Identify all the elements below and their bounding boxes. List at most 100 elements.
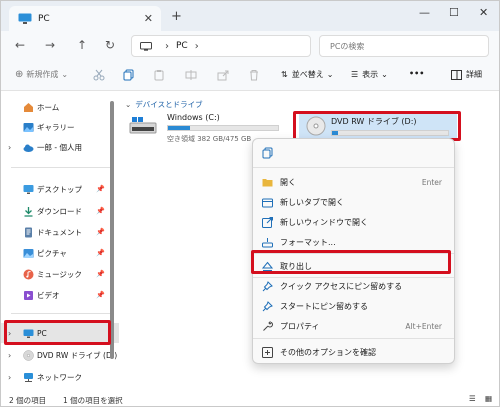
minimize-button[interactable]: —	[419, 6, 430, 19]
new-button[interactable]: ⊕ 新規作成 ⌄	[15, 69, 68, 80]
close-window-button[interactable]: ✕	[479, 6, 488, 19]
selected-count: 1 個の項目を選択	[63, 396, 123, 405]
sidebar-item-documents[interactable]: ドキュメント 📌	[1, 222, 119, 242]
address-bar[interactable]: › PC ›	[131, 35, 311, 57]
menu-item-pin-quick-access[interactable]: クイック アクセスにピン留めする	[253, 276, 454, 296]
windows-drive-icon	[129, 117, 157, 134]
sort-icon: ⇅	[281, 70, 288, 79]
sidebar-item-label: デスクトップ	[37, 184, 82, 194]
tiles-view-icon[interactable]: ▦	[485, 394, 492, 403]
new-window-icon	[262, 216, 273, 228]
details-pane-icon	[451, 69, 462, 80]
menu-item-format[interactable]: フォーマット...	[253, 232, 454, 252]
tab-pc[interactable]: PC ✕	[9, 6, 161, 31]
sidebar-divider	[11, 167, 111, 168]
sidebar-item-home[interactable]: ホーム	[1, 97, 119, 117]
menu-item-more-options[interactable]: その他のオプションを確認	[253, 342, 454, 362]
details-label: 詳細	[466, 70, 482, 79]
sidebar-item-music[interactable]: ミュージック 📌	[1, 264, 119, 284]
highlight-box-eject	[251, 250, 451, 274]
pin-icon: 📌	[96, 249, 105, 257]
chevron-down-icon: ⌄	[381, 70, 388, 79]
cloud-icon	[23, 144, 34, 152]
view-button[interactable]: ☰ 表示 ⌄	[351, 69, 388, 80]
folder-icon	[262, 178, 273, 186]
home-icon	[24, 102, 33, 112]
forward-button[interactable]: →	[45, 38, 55, 52]
more-options-button[interactable]: •••	[409, 69, 424, 78]
pc-icon	[18, 13, 32, 24]
maximize-button[interactable]: ☐	[449, 6, 459, 19]
sidebar-item-gallery[interactable]: ギャラリー	[1, 117, 119, 137]
details-button[interactable]: 詳細	[451, 69, 482, 80]
menu-item-label: 開く	[280, 177, 296, 187]
sidebar-item-videos[interactable]: ビデオ 📌	[1, 285, 119, 305]
cut-icon[interactable]	[93, 69, 105, 81]
menu-item-label: 新しいタブで開く	[280, 197, 344, 207]
up-button[interactable]: ↑	[77, 38, 87, 52]
share-icon[interactable]	[217, 69, 229, 81]
status-bar: 2 個の項目 1 個の項目を選択 ☰ ▦	[1, 392, 499, 406]
delete-icon[interactable]	[248, 69, 260, 81]
sort-label: 並べ替え	[291, 70, 324, 79]
highlight-box-pc	[4, 320, 111, 345]
sidebar-item-downloads[interactable]: ダウンロード 📌	[1, 201, 119, 221]
chevron-right-icon[interactable]: ›	[8, 143, 11, 152]
details-view-icon[interactable]: ☰	[469, 394, 476, 403]
sidebar-item-network[interactable]: › ネットワーク	[1, 367, 119, 387]
sidebar-item-label: ギャラリー	[37, 122, 75, 132]
menu-item-label: スタートにピン留めする	[280, 301, 368, 311]
tab-close-icon[interactable]: ✕	[144, 12, 153, 25]
wrench-icon	[263, 320, 273, 331]
breadcrumb-pc[interactable]: PC	[176, 41, 188, 51]
sidebar-item-desktop[interactable]: デスクトップ 📌	[1, 179, 119, 199]
file-explorer-window: PC ✕ + — ☐ ✕ ← → ↑ ↻ › PC › PCの検索 ⊕ 新規作成…	[0, 0, 500, 407]
breadcrumb-separator: ›	[165, 40, 169, 52]
highlight-box-dvd-drive	[293, 111, 461, 141]
copy-icon[interactable]	[262, 147, 274, 159]
sidebar-item-pictures[interactable]: ピクチャ 📌	[1, 243, 119, 263]
disc-icon	[23, 349, 34, 361]
menu-item-pin-start[interactable]: スタートにピン留めする	[253, 296, 454, 316]
group-label: デバイスとドライブ	[135, 100, 203, 109]
menu-item-open-new-tab[interactable]: 新しいタブで開く	[253, 192, 454, 212]
sidebar-item-label: ダウンロード	[37, 206, 82, 216]
monitor-icon	[140, 41, 152, 51]
devices-group-header[interactable]: ⌄ デバイスとドライブ	[125, 99, 203, 110]
chevron-right-icon[interactable]: ›	[8, 373, 11, 382]
sidebar-item-onedrive[interactable]: › 一郎 - 個人用	[1, 137, 119, 157]
rename-icon[interactable]	[185, 69, 197, 81]
sidebar-item-dvd[interactable]: › DVD RW ドライブ (D:)	[1, 345, 119, 365]
refresh-button[interactable]: ↻	[105, 38, 115, 52]
chevron-right-icon[interactable]: ›	[8, 351, 11, 360]
sidebar-item-label: ビデオ	[37, 290, 60, 300]
menu-item-properties[interactable]: プロパティ Alt+Enter	[253, 316, 454, 336]
menu-item-open-new-window[interactable]: 新しいウィンドウで開く	[253, 212, 454, 232]
new-tab-button[interactable]: +	[171, 9, 182, 24]
menu-item-label: フォーマット...	[280, 237, 336, 247]
document-icon	[25, 227, 32, 237]
breadcrumb-separator: ›	[194, 40, 199, 52]
pin-icon: 📌	[96, 207, 105, 215]
search-input[interactable]: PCの検索	[319, 35, 489, 57]
pin-icon: 📌	[96, 185, 105, 193]
copy-icon[interactable]	[123, 69, 135, 81]
navigation-pane: ホーム ギャラリー › 一郎 - 個人用 デスクトップ 📌 ダウンロード 📌 ド…	[1, 91, 119, 391]
paste-icon[interactable]	[153, 69, 165, 81]
new-label: 新規作成	[26, 70, 59, 79]
menu-item-label: クイック アクセスにピン留めする	[280, 281, 403, 291]
menu-divider	[253, 167, 454, 168]
download-icon	[24, 206, 33, 217]
menu-item-label: 新しいウィンドウで開く	[280, 217, 368, 227]
pin-icon: 📌	[96, 270, 105, 278]
command-bar: ⊕ 新規作成 ⌄ ⇅ 並べ替え ⌄ ☰ 表示 ⌄ ••• 詳細	[1, 61, 499, 91]
drive-c-usage-bar	[167, 125, 279, 131]
view-icon: ☰	[351, 70, 359, 79]
menu-item-label: その他のオプションを確認	[280, 347, 376, 357]
sort-button[interactable]: ⇅ 並べ替え ⌄	[281, 69, 333, 80]
network-icon	[24, 372, 33, 382]
plus-icon: ⊕	[15, 69, 24, 80]
menu-item-open[interactable]: 開く Enter	[253, 172, 454, 192]
sidebar-item-label: ミュージック	[37, 269, 82, 279]
back-button[interactable]: ←	[15, 38, 25, 52]
